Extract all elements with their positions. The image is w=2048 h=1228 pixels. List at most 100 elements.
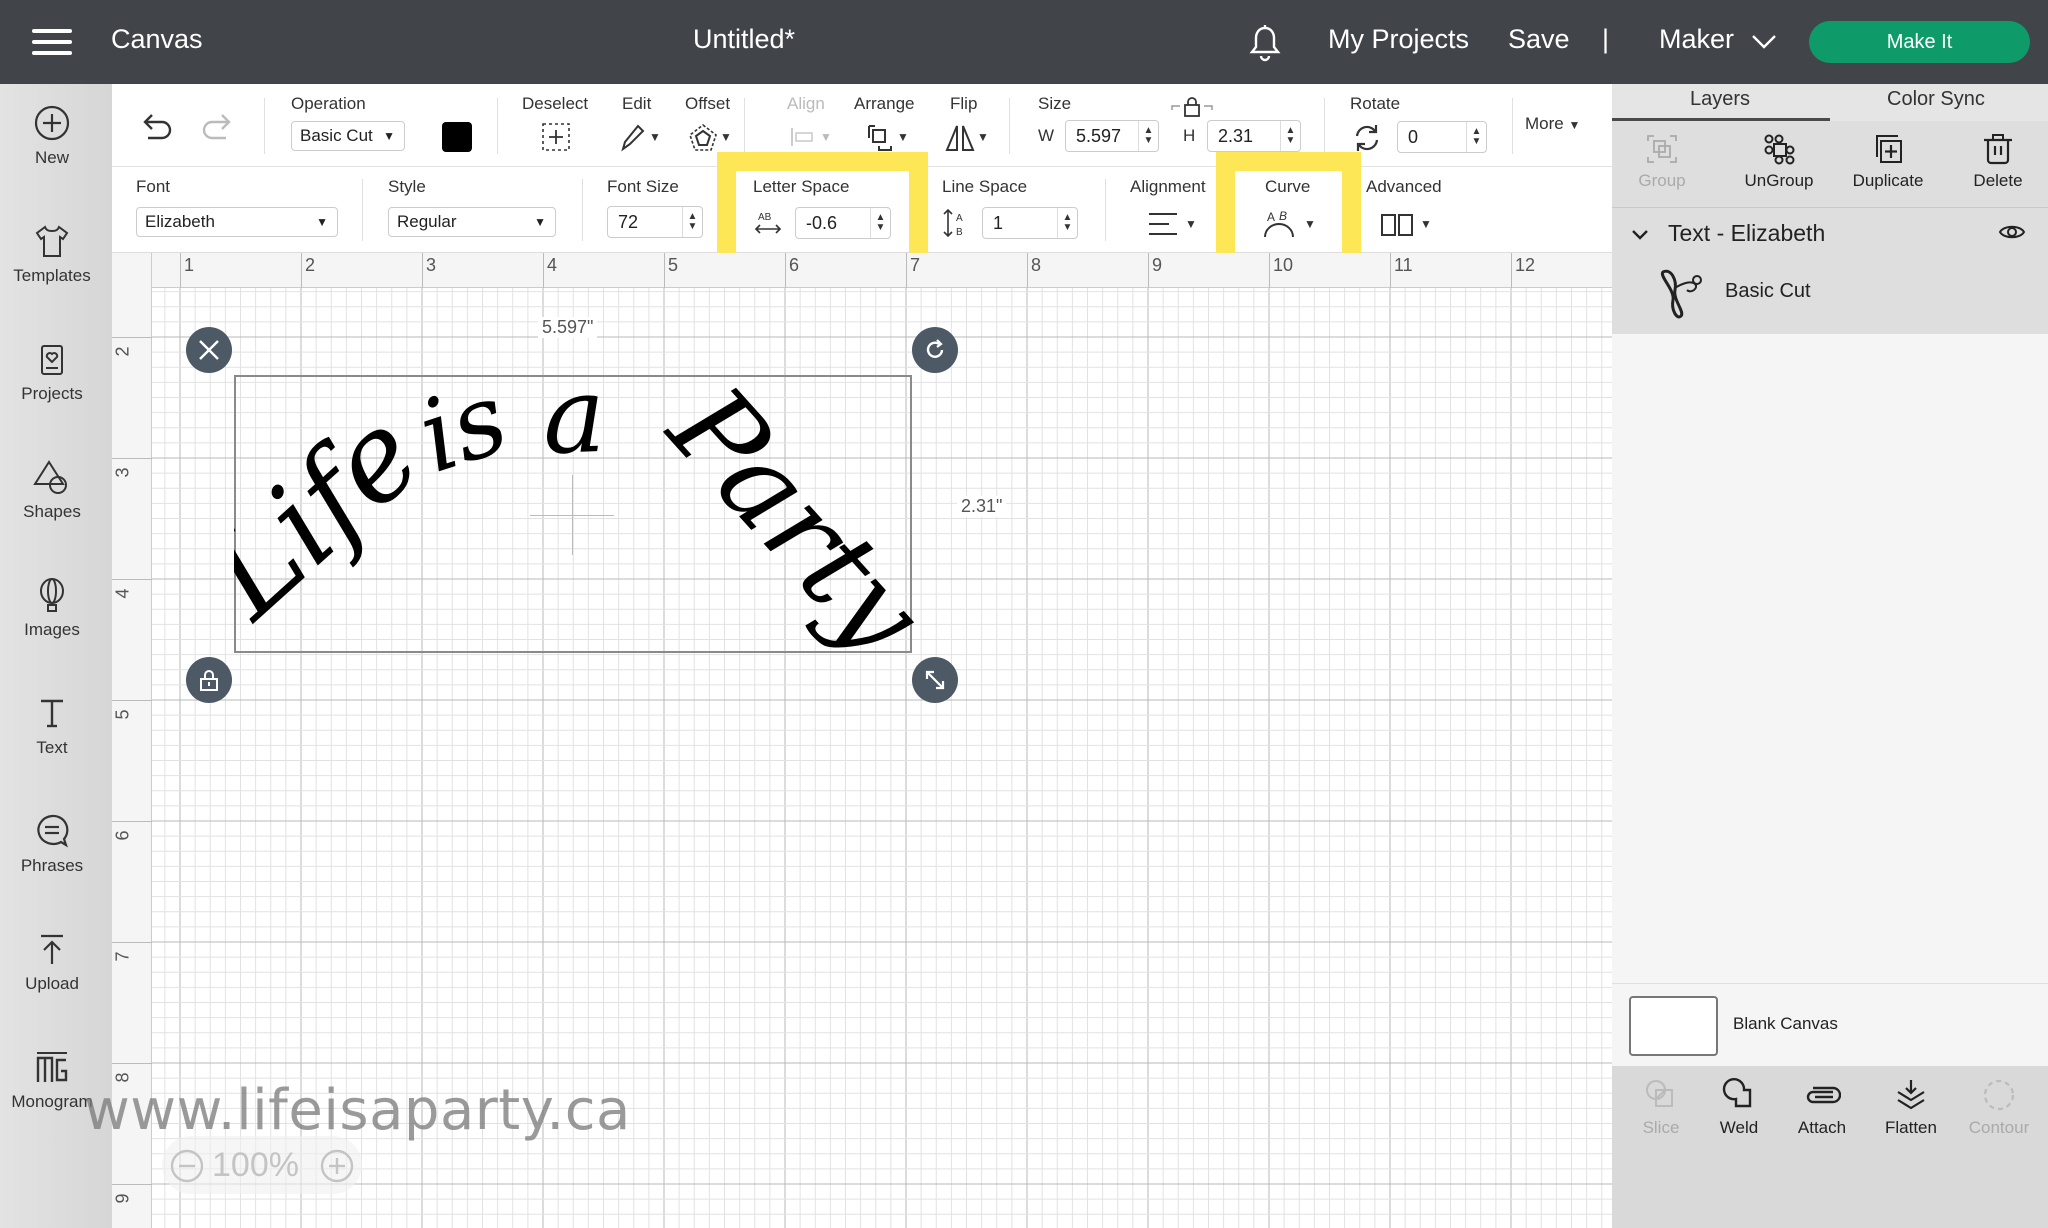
divider [744, 98, 745, 154]
align-button[interactable]: ▼ [790, 124, 832, 155]
font-select[interactable]: Elizabeth ▼ [136, 207, 338, 237]
lock-handle[interactable] [186, 657, 232, 703]
height-input[interactable]: 2.31 ▲ ▼ [1207, 120, 1301, 152]
group-label: Group [1638, 171, 1686, 190]
layer-group-row[interactable]: Text - Elizabeth [1612, 208, 2048, 258]
flip-button[interactable]: ▼ [945, 122, 989, 157]
rotate-stepper[interactable]: ▲ ▼ [1466, 122, 1486, 152]
sidebar-item-new[interactable]: New [0, 104, 104, 168]
ruler-tick [112, 821, 152, 822]
redo-icon[interactable] [200, 112, 236, 142]
align-icon [791, 128, 813, 146]
sidebar-item-upload[interactable]: Upload [0, 930, 104, 994]
ruler-v-label: 9 [112, 1193, 133, 1204]
letter-space-input[interactable]: -0.6 ▲ ▼ [795, 207, 891, 239]
bell-icon[interactable] [1248, 24, 1282, 62]
machine-selector[interactable]: Maker [1659, 24, 1734, 55]
rotate-icon[interactable] [1352, 124, 1382, 152]
sidebar-item-shapes[interactable]: Shapes [0, 458, 104, 522]
chevron-down-icon[interactable] [1750, 30, 1778, 52]
font-size-stepper[interactable]: ▲ ▼ [682, 207, 702, 237]
ruler-h-label: 7 [910, 255, 921, 275]
ruler-v-label: 6 [112, 830, 133, 841]
sidebar-item-text[interactable]: Text [0, 694, 104, 758]
height-stepper[interactable]: ▲ ▼ [1280, 121, 1300, 151]
eye-icon[interactable] [1998, 222, 2026, 242]
shapes-icon [33, 460, 67, 494]
advanced-button[interactable]: ▼ [1380, 213, 1432, 242]
ruler-v-label: 2 [112, 346, 133, 357]
ruler-tick [112, 337, 152, 338]
more-menu[interactable]: More ▼ [1525, 114, 1580, 134]
offset-pentagon-icon [689, 123, 717, 151]
ruler-h-label: 3 [426, 255, 437, 275]
document-title[interactable]: Untitled* [693, 24, 795, 55]
ruler-h-label: 9 [1152, 255, 1163, 275]
edit-label: Edit [622, 94, 652, 113]
width-stepper[interactable]: ▲ ▼ [1138, 121, 1158, 151]
rotate-input[interactable]: 0 ▲ ▼ [1397, 121, 1487, 153]
sidebar-item-templates[interactable]: Templates [0, 222, 104, 286]
slice-button[interactable]: Slice [1616, 1078, 1706, 1138]
line-space-icon: AB [943, 208, 963, 238]
width-input[interactable]: 5.597 ▲ ▼ [1065, 120, 1159, 152]
chevron-down-icon[interactable] [1630, 228, 1650, 242]
sidebar-label: Projects [21, 384, 83, 403]
weld-button[interactable]: Weld [1694, 1078, 1784, 1138]
curved-text-object[interactable]: Life is a Party [234, 353, 924, 673]
edit-button[interactable]: ▼ [617, 122, 661, 157]
alignment-button[interactable]: ▼ [1147, 211, 1197, 242]
ungroup-button[interactable]: UnGroup [1729, 133, 1829, 191]
slice-icon [1646, 1080, 1673, 1107]
blank-canvas-swatch[interactable] [1629, 996, 1718, 1056]
my-projects-link[interactable]: My Projects [1328, 24, 1469, 55]
header-separator: | [1602, 24, 1610, 54]
operation-color-swatch[interactable] [442, 122, 472, 152]
letter-space-value: -0.6 [806, 213, 838, 233]
deselect-icon[interactable] [541, 122, 571, 152]
arrange-button[interactable]: ▼ [865, 122, 909, 157]
ungroup-icon [1764, 134, 1795, 165]
ruler-h-label: 10 [1273, 255, 1294, 275]
slice-label: Slice [1642, 1118, 1680, 1137]
layer-item[interactable]: Basic Cut [1612, 258, 2048, 328]
delete-handle[interactable] [186, 327, 232, 373]
divider [1352, 179, 1353, 241]
resize-handle[interactable] [912, 657, 958, 703]
curve-button[interactable]: A B ▼ [1262, 207, 1316, 244]
hamburger-menu-icon[interactable] [32, 29, 72, 55]
rotate-handle[interactable] [912, 327, 958, 373]
flatten-button[interactable]: Flatten [1866, 1078, 1956, 1138]
save-button[interactable]: Save [1508, 24, 1570, 55]
ruler-v-label: 7 [112, 951, 133, 962]
duplicate-button[interactable]: Duplicate [1838, 133, 1938, 191]
sidebar-item-projects[interactable]: Projects [0, 340, 104, 404]
group-button[interactable]: Group [1612, 133, 1712, 191]
ruler-tick [785, 253, 786, 288]
delete-button[interactable]: Delete [1948, 133, 2048, 191]
line-space-input[interactable]: 1 ▲ ▼ [982, 207, 1078, 239]
letter-space-stepper[interactable]: ▲ ▼ [870, 208, 890, 238]
zoom-in-icon[interactable] [320, 1149, 354, 1183]
style-select[interactable]: Regular ▼ [388, 207, 556, 237]
dropdown-caret-icon: ▼ [534, 215, 546, 229]
caret-down-icon: ▼ [1420, 217, 1432, 231]
sidebar-item-phrases[interactable]: Phrases [0, 812, 104, 876]
lock-ratio-icon[interactable] [1170, 96, 1214, 118]
line-space-stepper[interactable]: ▲ ▼ [1057, 208, 1077, 238]
attach-button[interactable]: Attach [1777, 1078, 1867, 1138]
font-size-input[interactable]: 72 ▲ ▼ [607, 206, 703, 238]
rotate-value: 0 [1408, 127, 1419, 147]
contour-button[interactable]: Contour [1954, 1078, 2044, 1138]
top-header: Canvas Untitled* My Projects Save | Make… [0, 0, 2048, 84]
sidebar-item-images[interactable]: Images [0, 576, 104, 640]
undo-icon[interactable] [138, 112, 174, 142]
layer-actions: Group UnGroup Duplicate Delete [1612, 121, 2048, 208]
offset-button[interactable]: ▼ [688, 122, 732, 157]
make-it-button[interactable]: Make It [1809, 21, 2030, 63]
ruler-tick [112, 579, 152, 580]
tab-layers[interactable]: Layers [1690, 88, 1750, 111]
operation-select[interactable]: Basic Cut ▼ [291, 121, 405, 151]
zoom-out-icon[interactable] [170, 1149, 204, 1183]
tab-color-sync[interactable]: Color Sync [1887, 88, 1985, 111]
